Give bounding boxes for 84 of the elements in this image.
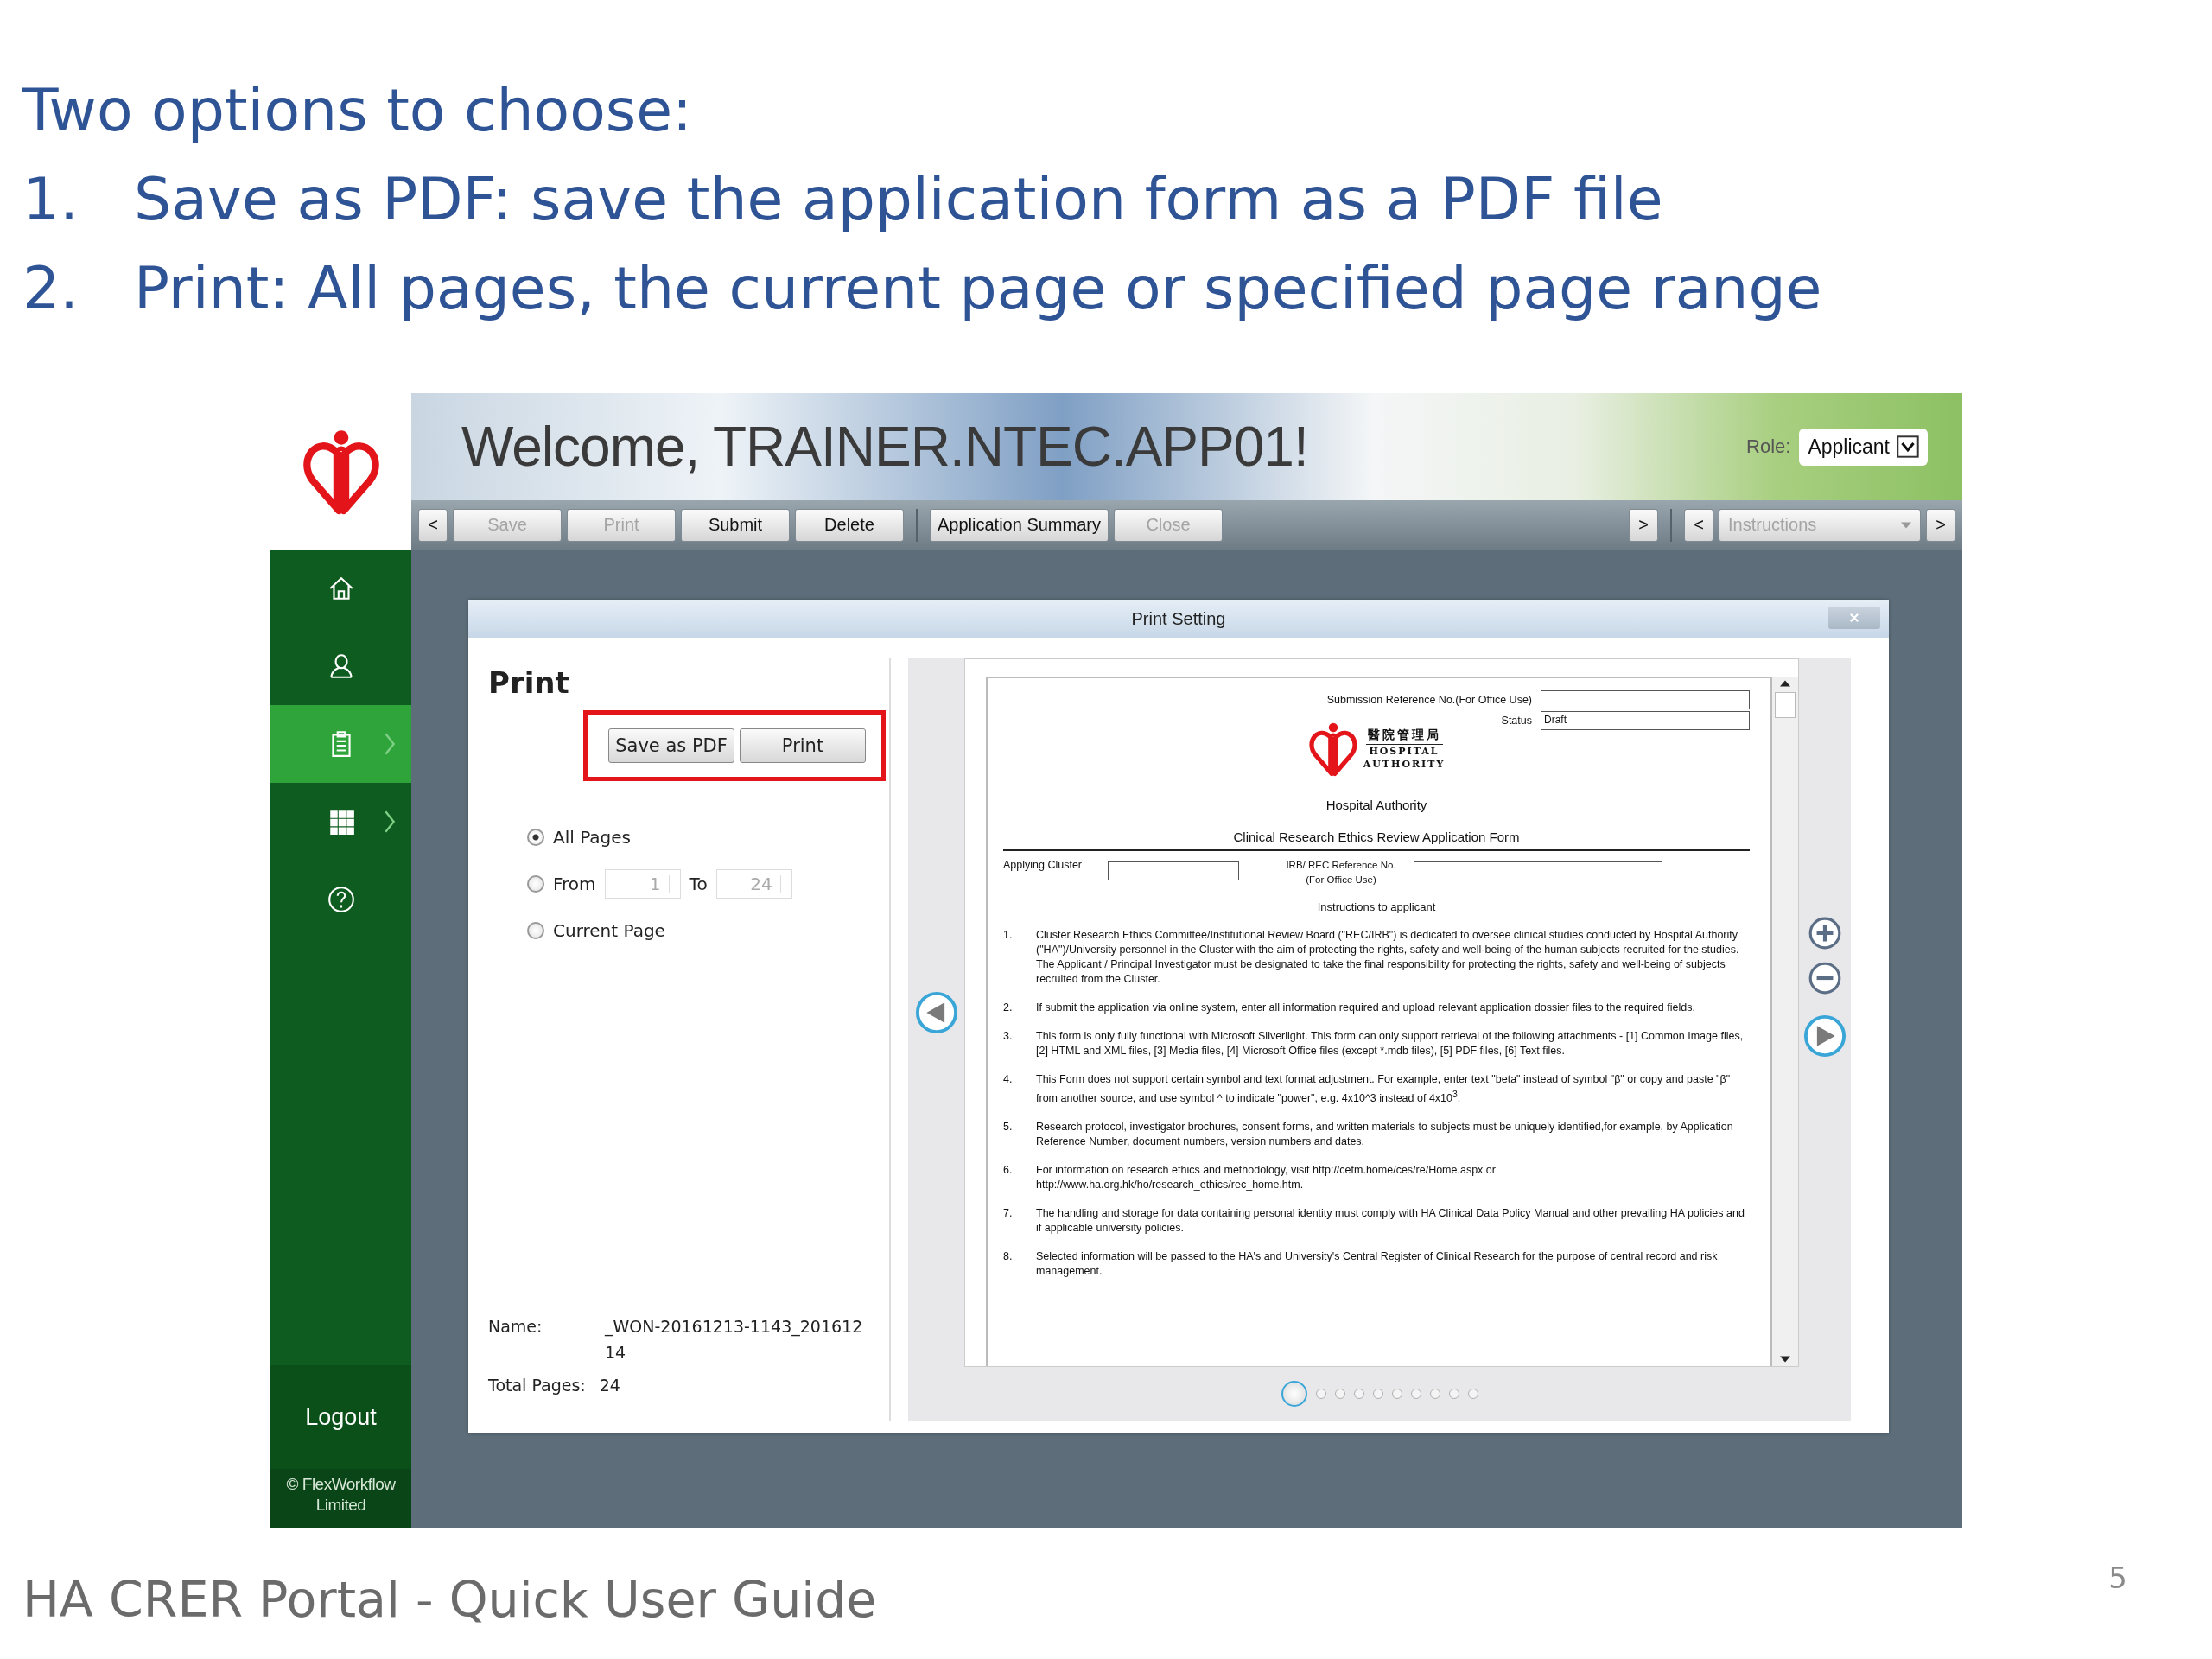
previous-page-icon[interactable]: [913, 990, 959, 1035]
role-label: Role:: [1746, 435, 1791, 458]
zoom-in-icon[interactable]: [1807, 915, 1843, 951]
list-number: 1.: [22, 164, 79, 235]
arrow-button[interactable]: <: [1684, 508, 1713, 542]
item-number: 2.: [1003, 1001, 1014, 1015]
total-pages-value: 24: [599, 1376, 620, 1395]
zoom-out-icon[interactable]: [1807, 960, 1843, 996]
slide-footer: HA CRER Portal - Quick User Guide: [22, 1560, 877, 1638]
bullet-text: Print: All pages, the current page or specified page range: [134, 253, 1822, 324]
instruction-text: Research protocol, investigator brochures, consent forms, and written materials to subjects must be uniquely identified,for example, by Application Reference Number, document numbers, version numbers and dates.: [1036, 1120, 1734, 1150]
arrow-button[interactable]: >: [1926, 508, 1955, 542]
toolbar-button[interactable]: Submit: [681, 508, 790, 542]
next-page-icon[interactable]: [1802, 1014, 1847, 1058]
close-icon: [1848, 612, 1860, 624]
help-icon: [326, 885, 356, 914]
scroll-thumb[interactable]: [1775, 692, 1796, 718]
instruction-text: Cluster Research Ethics Committee/Institutional Review Board ("REC/IRB") is dedicated to oversee clinical studies conducted by Hospital Authority ("HA")/University personnel in the Cluster with the aim of protecting the rights, safety and well-being of the human subjects recruited for the studies. The Applicant / Principal Investigator must be designated to take the final responsibility for protecting the rights, safety and well-being of subjects recruited from the Cluster.: [1036, 928, 1740, 987]
action-button[interactable]: Print: [740, 728, 866, 763]
organisation-name: Hospital Authority: [1325, 798, 1428, 812]
slide-heading: Two options to choose:: [22, 75, 693, 146]
chevron-icon: [384, 810, 396, 834]
scroll-up-icon[interactable]: [1780, 680, 1790, 687]
total-pages-label: Total Pages:: [488, 1376, 586, 1395]
page-number: 5: [2108, 1560, 2127, 1595]
item-number: 6.: [1003, 1163, 1014, 1179]
caret-icon: [1901, 521, 1911, 529]
copyright-text: © FlexWorkflow Limited: [270, 1469, 411, 1528]
item-number: 1.: [1003, 928, 1014, 943]
page-dot[interactable]: [1410, 1389, 1421, 1399]
field-label: Submission Reference No.(For Office Use): [1326, 692, 1532, 708]
radio-button[interactable]: [527, 922, 544, 939]
instruction-text: This form is only fully functional with Microsoft Silverlight. This form can only support retrieval of the following attachments - [1] Common Image files, [2] HTML and XML files, [3] Media files, [4] Microsoft Office files (except *.mdb files), [5] PDF files, [6] Text files.: [1036, 1029, 1745, 1058]
page-dot[interactable]: [1281, 1381, 1307, 1407]
toolbar-button[interactable]: Application Summary: [930, 508, 1109, 542]
radio-label: Current Page: [553, 920, 665, 941]
item-number: 7.: [1003, 1206, 1014, 1222]
radio-button[interactable]: [527, 829, 544, 846]
role-dropdown[interactable]: Applicant: [1799, 428, 1928, 466]
instruction-text: Selected information will be passed to the HA's and University's Central Register of Clinical Research for the purpose of central record and risk management.: [1036, 1249, 1719, 1280]
radio-button[interactable]: [527, 875, 544, 893]
form-title: Clinical Research Ethics Review Application Form: [1003, 830, 1750, 851]
page-dot[interactable]: [1391, 1389, 1402, 1399]
toolbar-button[interactable]: Delete: [795, 508, 904, 542]
field-label: Applying Cluster: [1003, 858, 1082, 873]
page-dot[interactable]: [1334, 1389, 1345, 1399]
name-label: Name:: [488, 1317, 543, 1338]
to-label: To: [689, 874, 708, 894]
page-dot[interactable]: [1467, 1389, 1478, 1399]
welcome-text: Welcome, TRAINER.NTEC.APP01!: [461, 415, 1308, 479]
file-name: _WON-20161213-1143_20161214: [605, 1316, 864, 1363]
arrow-button[interactable]: >: [1629, 508, 1658, 542]
list-number: 2.: [22, 253, 79, 324]
close-button[interactable]: [1828, 607, 1880, 629]
radio-label: All Pages: [553, 827, 631, 848]
logout-button[interactable]: Logout: [270, 1365, 411, 1469]
item-number: 3.: [1003, 1029, 1014, 1044]
instruction-text: For information on research ethics and methodology, visit http://cetm.home/ces/re/Home.aspx or http://www.ha.org.hk/ho/research_ethics/rec_home.htm.: [1036, 1163, 1497, 1193]
instruction-text: This Form does not support certain symbol and text format adjustment. For example, enter text "beta" instead of symbol "β" or copy and paste "β" from another source, and use symbol ^ to indicate "power", e.g. 4x10^3 instead of 4x10$^{3}$.: [1036, 1072, 1732, 1107]
arrow-button[interactable]: <: [418, 508, 448, 542]
status-field: Draft: [1541, 711, 1750, 730]
instruction-text: The handling and storage for data containing personal identity must comply with HA Clinical Data Policy Manual and other prevailing HA policies and if applicable university policies.: [1036, 1206, 1745, 1236]
page-dot[interactable]: [1448, 1389, 1459, 1399]
bullet-text: Save as PDF: save the application form as a PDF file: [134, 164, 1663, 235]
dialog-title: Print Setting: [1131, 608, 1226, 629]
logo-text: HOSPITAL: [1369, 745, 1440, 758]
action-button[interactable]: Save as PDF: [608, 728, 734, 763]
instruction-text: If submit the application via online system, enter all information required and upload relevant application dossier files to the required fields.: [1036, 1001, 1695, 1015]
page-dot[interactable]: [1372, 1389, 1383, 1399]
item-number: 8.: [1003, 1249, 1014, 1265]
page-dot[interactable]: [1429, 1389, 1440, 1399]
logo-chinese-text: 醫院管理局: [1365, 728, 1443, 745]
page-dot[interactable]: [1353, 1389, 1364, 1399]
logo-text: AUTHORITY: [1363, 758, 1446, 771]
section-title: Instructions to applicant: [1316, 899, 1437, 914]
field-label: Status: [1501, 713, 1532, 728]
scroll-down-icon[interactable]: [1780, 1356, 1790, 1363]
radio-label: From: [553, 874, 596, 894]
item-number: 4.: [1003, 1072, 1014, 1087]
page-dot[interactable]: [1315, 1389, 1326, 1399]
field-label: IRB/ REC Reference No. (For Office Use): [1285, 859, 1397, 887]
item-number: 5.: [1003, 1120, 1014, 1135]
print-heading: Print: [488, 665, 570, 700]
chevron-icon: [384, 732, 396, 756]
